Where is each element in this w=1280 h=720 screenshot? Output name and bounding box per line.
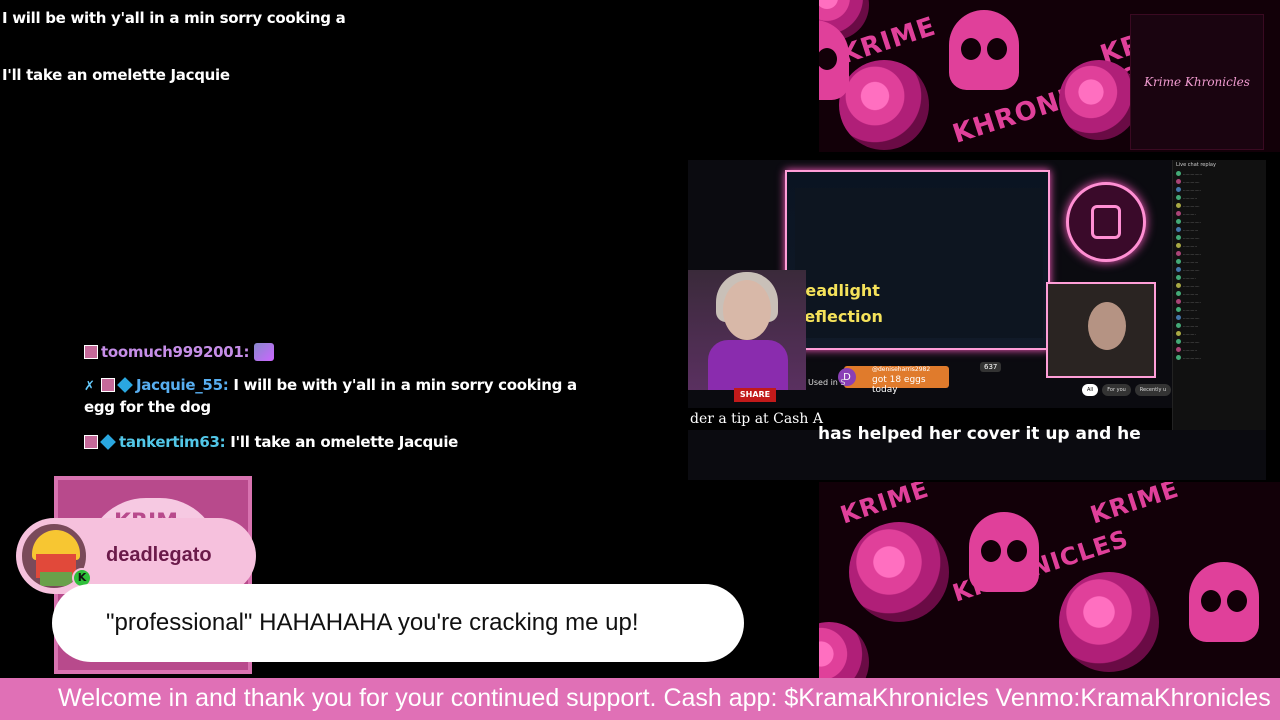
- guest-webcam: [1046, 282, 1156, 378]
- pill-all[interactable]: All: [1082, 384, 1099, 396]
- superchat-message: got 18 eggs today: [872, 375, 926, 395]
- ticker-text: Welcome in and thank you for your contin…: [58, 684, 1271, 712]
- subscriber-badge-icon: [84, 345, 98, 359]
- superchat-user: @deniseharris2982: [872, 366, 931, 373]
- skull-graphic: [1189, 562, 1259, 642]
- ticker-bar: Welcome in and thank you for your contin…: [0, 678, 1280, 720]
- chat-filter-pills: All For you Recently u: [1082, 384, 1172, 396]
- skull-graphic: [949, 10, 1019, 90]
- live-chat-panel[interactable]: Live chat replay ............... .......…: [1172, 160, 1266, 430]
- rose-graphic: [839, 60, 929, 150]
- stream-caption: has helped her cover it up and he: [818, 424, 1141, 444]
- rose-graphic: [1059, 572, 1159, 672]
- chat-username: Jacquie_55:: [136, 376, 229, 394]
- subscriber-badge-icon: [101, 378, 115, 392]
- chat-message-2: ✗ Jacquie_55: I will be with y'all in a m…: [84, 374, 577, 418]
- viewer-count: 637: [980, 362, 1002, 372]
- pill-for-you[interactable]: For you: [1102, 384, 1131, 396]
- chat-text-continued: egg for the dog: [84, 398, 211, 416]
- host-webcam: [688, 270, 806, 390]
- live-chat-header: Live chat replay: [1176, 162, 1216, 168]
- top-chat-line-1: I will be with y'all in a min sorry cook…: [2, 9, 346, 27]
- neon-cat-logo: [1066, 182, 1146, 262]
- top-chat-line-2: I'll take an omelette Jacquie: [2, 66, 230, 84]
- emote-icon: [254, 343, 275, 361]
- pill-recently[interactable]: Recently u: [1134, 384, 1172, 396]
- skull-rose-pattern-bottom: KRIME KHRONICLES KRIME: [819, 482, 1280, 678]
- krime-word: KRIME: [1086, 482, 1183, 530]
- chat-message-3: tankertim63: I'll take an omelette Jacqu…: [84, 431, 458, 453]
- alert-message: "professional" HAHAHAHA you're cracking …: [52, 584, 744, 662]
- diamond-badge-icon: [117, 377, 133, 393]
- superchat-banner: D @deniseharris2982 got 18 eggs today: [838, 366, 949, 395]
- chat-text: I'll take an omelette Jacquie: [230, 433, 459, 451]
- diamond-badge-icon: [100, 434, 116, 450]
- embedded-stream[interactable]: Headlight Reflection 637 D @deniseharris…: [688, 160, 1266, 480]
- rose-graphic: [1059, 60, 1139, 140]
- rose-graphic: [819, 622, 869, 678]
- used-in-label: Used in S: [808, 378, 846, 387]
- alert-username: deadlegato: [106, 544, 212, 566]
- chat-message-1: toomuch9992001:: [84, 341, 275, 363]
- subscriber-badge-icon: [84, 435, 98, 449]
- alert-user-pill: K deadlegato: [16, 518, 256, 594]
- rose-graphic: [849, 522, 949, 622]
- krime-khronicles-logo: Krime Khronicles: [1130, 14, 1264, 150]
- chat-username: tankertim63:: [119, 433, 226, 451]
- logo-text: Krime Khronicles: [1144, 75, 1250, 89]
- share-button[interactable]: SHARE: [734, 388, 776, 402]
- sword-badge-icon: ✗: [84, 379, 95, 394]
- chat-username: toomuch9992001:: [101, 343, 250, 361]
- chat-text: I will be with y'all in a min sorry cook…: [233, 376, 577, 394]
- krime-word: KRIME: [836, 482, 933, 530]
